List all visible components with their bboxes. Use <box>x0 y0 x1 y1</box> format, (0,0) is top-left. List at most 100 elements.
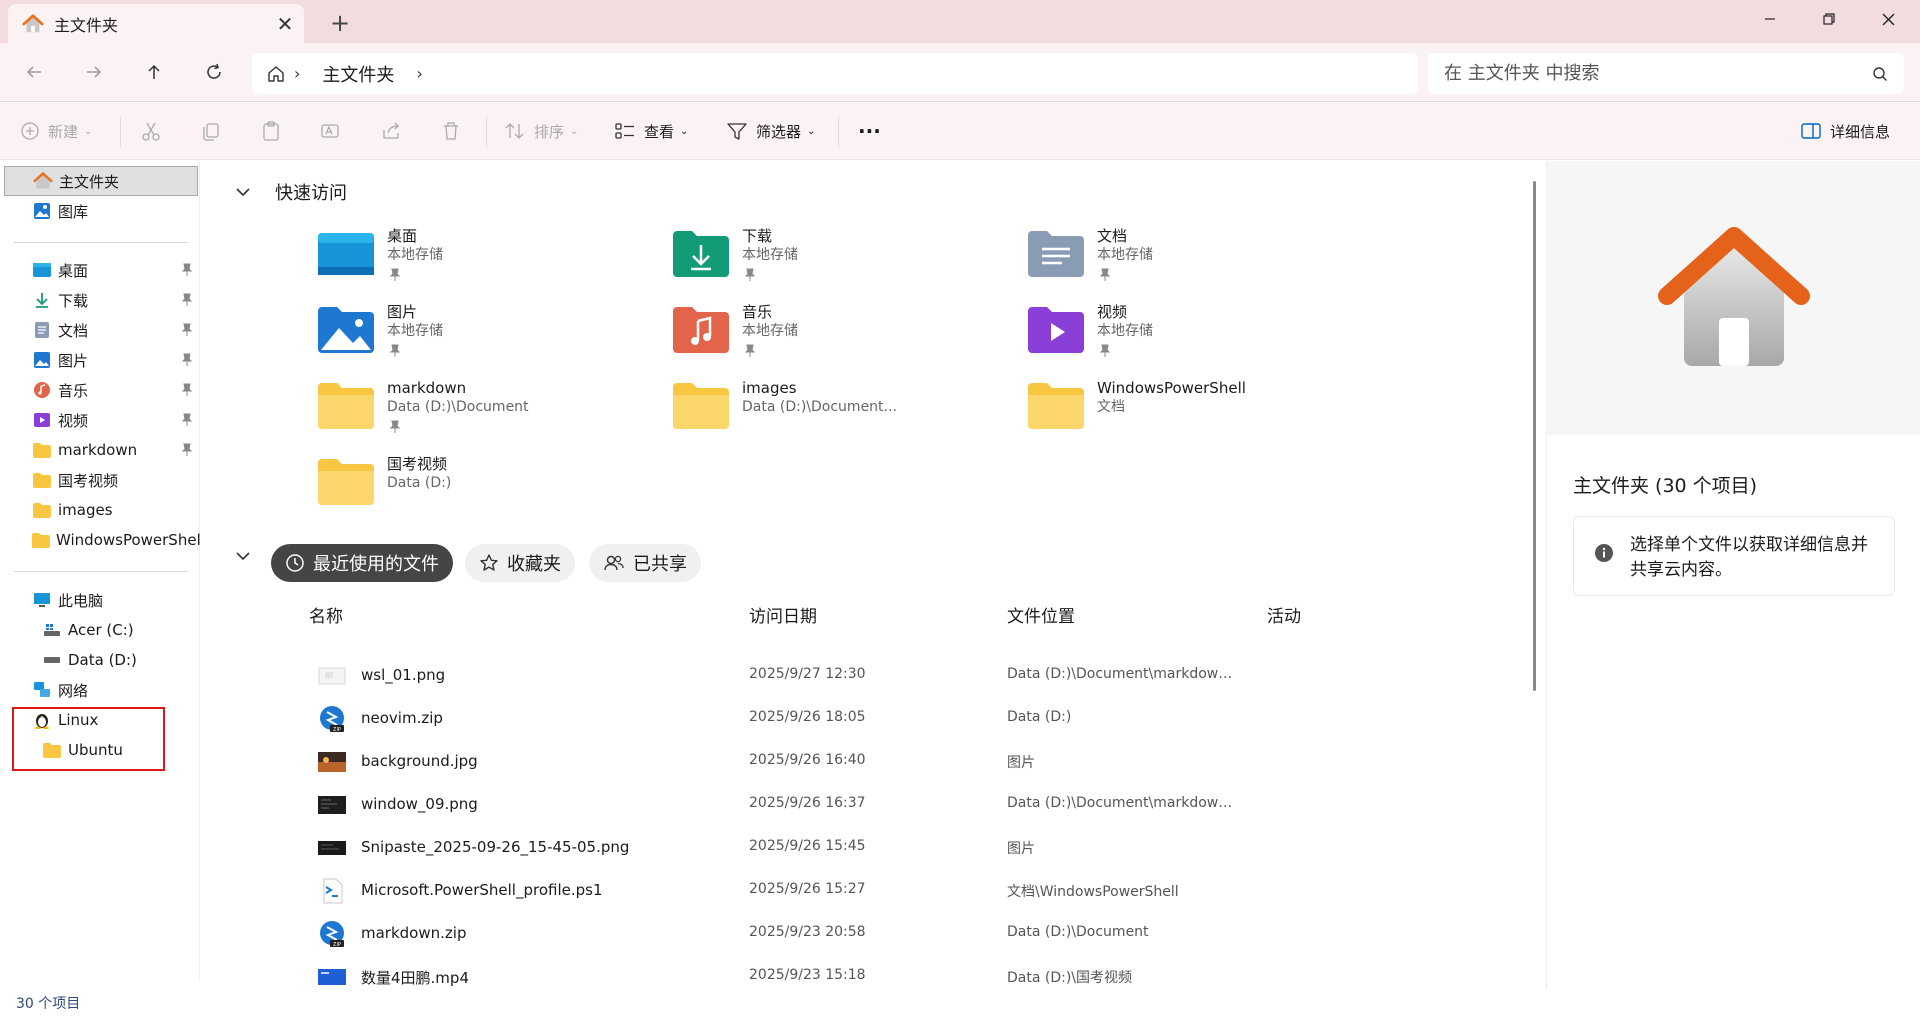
rename-button[interactable] <box>320 113 350 149</box>
sidebar-item-videos[interactable]: 视频 <box>0 405 200 435</box>
sidebar-item-desktop[interactable]: 桌面 <box>0 255 200 285</box>
table-row[interactable]: Microsoft.PowerShell_profile.ps1 2025/9/… <box>201 869 1531 912</box>
tab-shared[interactable]: 已共享 <box>589 544 701 582</box>
quick-access-item[interactable]: markdown Data (D:)\Document <box>317 379 657 449</box>
sidebar-item-network[interactable]: 网络 <box>0 675 200 705</box>
item-name: 国考视频 <box>387 455 448 473</box>
quick-access-item[interactable]: 视频 本地存储 <box>1027 303 1367 373</box>
recent-section-header <box>201 541 263 571</box>
new-button[interactable]: 新建 ⌄ <box>20 113 92 149</box>
table-row[interactable]: ZIP neovim.zip 2025/9/26 18:05 Data (D:) <box>201 697 1531 740</box>
view-button[interactable]: 查看 ⌄ <box>614 113 688 149</box>
sidebar-item-drive-c[interactable]: Acer (C:) <box>0 615 200 645</box>
sort-button[interactable]: 排序 ⌄ <box>504 113 578 149</box>
table-row[interactable]: 数量4田鹏.mp4 2025/9/23 15:18 Data (D:)\国考视频 <box>201 955 1531 989</box>
refresh-button[interactable] <box>194 53 234 91</box>
item-location: Data (D:)\Document... <box>742 399 897 415</box>
column-header-location[interactable]: 文件位置 <box>1007 602 1075 627</box>
share-button[interactable] <box>380 113 410 149</box>
quick-access-item[interactable]: images Data (D:)\Document... <box>672 379 1012 449</box>
tab-favorites[interactable]: 收藏夹 <box>465 544 575 582</box>
sidebar-item-drive-d[interactable]: Data (D:) <box>0 645 200 675</box>
search-input[interactable] <box>1444 63 1872 84</box>
quick-access-header[interactable]: 快速访问 <box>201 177 347 207</box>
delete-button[interactable] <box>440 113 470 149</box>
pin-icon <box>744 268 756 281</box>
folder-icon <box>1028 383 1084 429</box>
column-header-date[interactable]: 访问日期 <box>749 602 817 627</box>
forward-button[interactable] <box>74 53 114 91</box>
chevron-down-icon[interactable] <box>223 541 263 571</box>
address-bar[interactable]: › 主文件夹 › <box>252 53 1418 94</box>
file-date: 2025/9/26 18:05 <box>749 709 866 725</box>
more-options-button[interactable]: ··· <box>858 113 881 149</box>
paste-button[interactable] <box>260 113 290 149</box>
sidebar-item-label: 主文件夹 <box>59 172 120 191</box>
file-date: 2025/9/26 15:45 <box>749 838 866 854</box>
column-header-activity[interactable]: 活动 <box>1267 602 1301 627</box>
sidebar-item-guokao[interactable]: 国考视频 <box>0 465 200 495</box>
sidebar-item-label: 图库 <box>58 202 89 221</box>
tab-recent-files[interactable]: 最近使用的文件 <box>271 544 453 582</box>
details-info-box: 选择单个文件以获取详细信息并共享云内容。 <box>1573 516 1895 596</box>
details-label: 详细信息 <box>1830 122 1891 141</box>
close-window-button[interactable] <box>1860 0 1916 38</box>
sidebar-item-this-pc[interactable]: 此电脑 <box>0 585 200 615</box>
zip-icon: ZIP <box>320 706 344 733</box>
table-row[interactable]: window_09.png 2025/9/26 16:37 Data (D:)\… <box>201 783 1531 826</box>
sidebar-item-downloads[interactable]: 下载 <box>0 285 200 315</box>
tab-label: 最近使用的文件 <box>313 554 439 575</box>
restore-button[interactable] <box>1801 0 1857 38</box>
video-icon <box>32 410 52 430</box>
tab-label: 已共享 <box>633 554 687 575</box>
download-icon <box>32 290 52 310</box>
details-pane-button[interactable]: 详细信息 <box>1800 113 1890 149</box>
breadcrumb-chevron-icon[interactable]: › <box>294 64 300 83</box>
up-button[interactable] <box>134 53 174 91</box>
breadcrumb-item[interactable]: 主文件夹 <box>322 61 394 87</box>
table-row[interactable]: wsl_01.png 2025/9/27 12:30 Data (D:)\Doc… <box>201 654 1531 697</box>
quick-access-item[interactable]: 音乐 本地存储 <box>672 303 1012 373</box>
cut-button[interactable] <box>140 113 170 149</box>
quick-access-item[interactable]: WindowsPowerShell 文档 <box>1027 379 1367 449</box>
sidebar-item-markdown[interactable]: markdown <box>0 435 200 465</box>
table-row[interactable]: background.jpg 2025/9/26 16:40 图片 <box>201 740 1531 783</box>
quick-access-item[interactable]: 国考视频 Data (D:) <box>317 455 657 525</box>
sidebar-item-home[interactable]: 主文件夹 <box>4 166 198 196</box>
table-row[interactable]: ZIP markdown.zip 2025/9/23 20:58 Data (D… <box>201 912 1531 955</box>
filter-button[interactable]: 筛选器 ⌄ <box>726 113 815 149</box>
sidebar-item-label: WindowsPowerShell <box>56 531 200 549</box>
quick-access-item[interactable]: 图片 本地存储 <box>317 303 657 373</box>
item-location: 本地存储 <box>387 247 443 263</box>
gallery-icon <box>32 201 52 221</box>
quick-access-item[interactable]: 下载 本地存储 <box>672 227 1012 297</box>
minimize-button[interactable] <box>1742 0 1798 38</box>
breadcrumb-chevron-icon[interactable]: › <box>416 64 422 83</box>
sidebar-item-powershell[interactable]: WindowsPowerShell <box>0 525 200 555</box>
item-name: 文档 <box>1097 227 1128 245</box>
sidebar-item-pictures[interactable]: 图片 <box>0 345 200 375</box>
vertical-scrollbar[interactable] <box>1533 181 1536 691</box>
sidebar-item-gallery[interactable]: 图库 <box>0 196 200 226</box>
quick-access-item[interactable]: 文档 本地存储 <box>1027 227 1367 297</box>
sidebar-item-music[interactable]: 音乐 <box>0 375 200 405</box>
sidebar-item-documents[interactable]: 文档 <box>0 315 200 345</box>
sidebar-item-images[interactable]: images <box>0 495 200 525</box>
chevron-down-icon[interactable] <box>223 177 263 207</box>
pin-icon <box>389 420 401 433</box>
plus-circle-icon <box>21 122 39 140</box>
search-box[interactable] <box>1428 53 1904 94</box>
new-tab-button[interactable]: + <box>322 8 358 38</box>
pin-icon <box>181 443 193 456</box>
back-button[interactable] <box>14 53 54 91</box>
table-row[interactable]: Snipaste_2025-09-26_15-45-05.png 2025/9/… <box>201 826 1531 869</box>
item-location: 本地存储 <box>1097 247 1153 263</box>
copy-button[interactable] <box>200 113 230 149</box>
column-header-name[interactable]: 名称 <box>309 602 343 627</box>
item-location: 本地存储 <box>387 323 443 339</box>
item-name: 桌面 <box>387 227 418 245</box>
file-name: Microsoft.PowerShell_profile.ps1 <box>361 881 603 899</box>
close-tab-icon[interactable]: ✕ <box>266 5 304 43</box>
tab-home[interactable]: 主文件夹 ✕ <box>8 4 304 43</box>
quick-access-item[interactable]: 桌面 本地存储 <box>317 227 657 297</box>
